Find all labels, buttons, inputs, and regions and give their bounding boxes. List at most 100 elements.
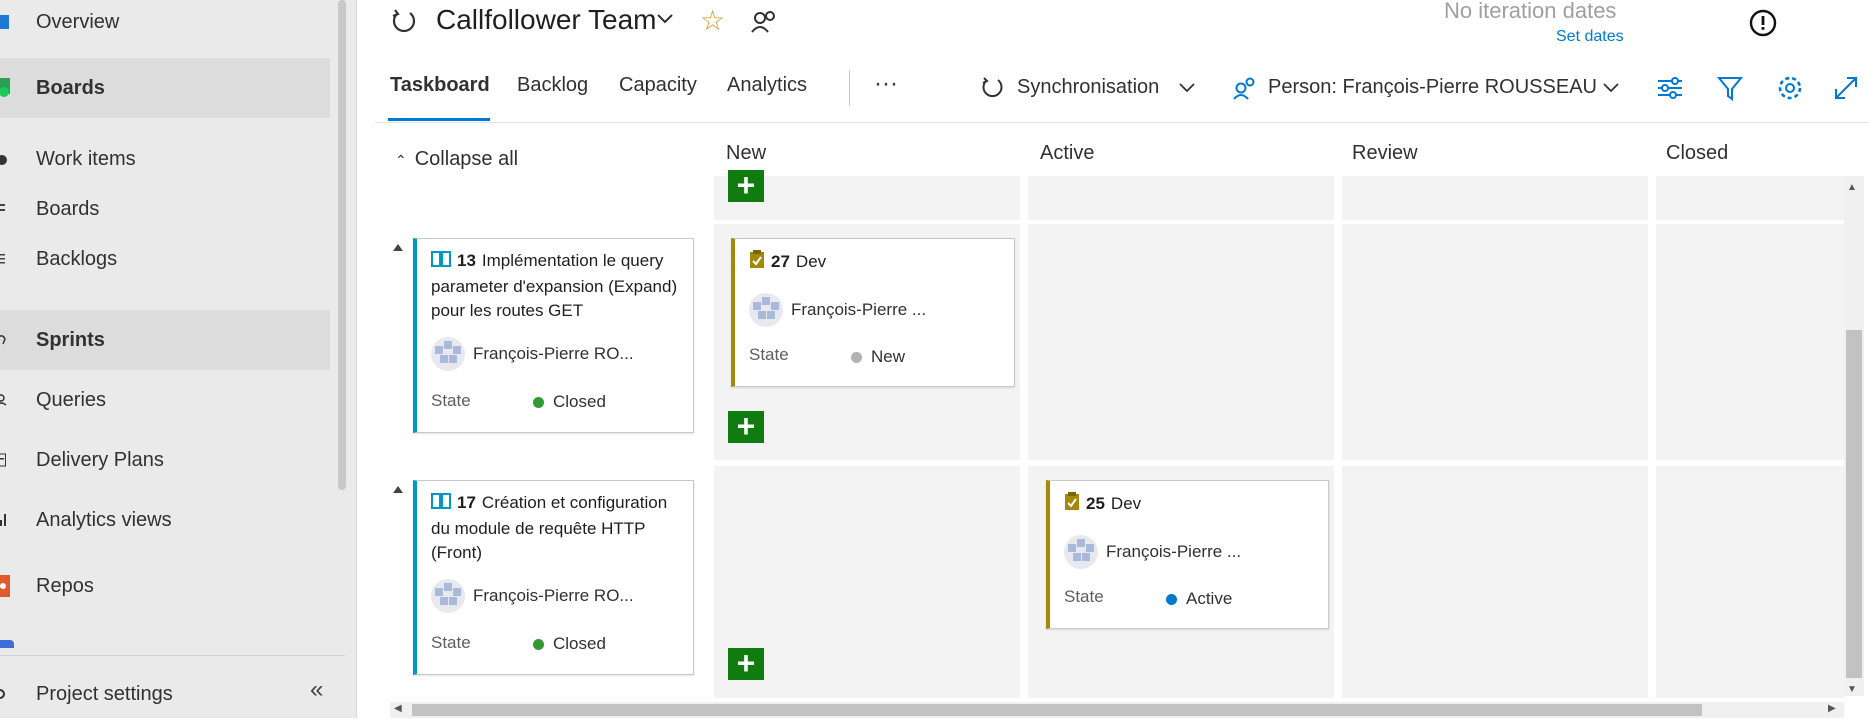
state-label: State — [431, 633, 471, 652]
card-title: 13 Implémentation le query parameter d'ex… — [431, 249, 685, 323]
person-filter-icon — [1232, 74, 1258, 105]
card-title: 25 Dev — [1064, 491, 1320, 518]
view-options-icon[interactable] — [1656, 74, 1684, 107]
sprint-chevron-down-icon[interactable] — [1178, 81, 1196, 99]
scroll-right-arrow-icon[interactable]: ▶ — [1828, 703, 1836, 714]
sidebar-divider — [0, 655, 345, 656]
work-item-title[interactable]: Dev — [796, 252, 826, 271]
tab-analytics[interactable]: Analytics — [727, 74, 807, 97]
state-label: State — [1064, 587, 1104, 606]
nav-queries[interactable]: Queries — [0, 370, 330, 430]
project-settings-label: Project settings — [36, 682, 173, 705]
filter-icon[interactable] — [1716, 74, 1744, 107]
state-text: Active — [1186, 589, 1233, 608]
queries-icon — [0, 390, 10, 410]
collapse-all-button[interactable]: ⌃ Collapse all — [395, 148, 518, 171]
settings-gear-icon[interactable] — [1776, 74, 1804, 107]
vertical-scroll-thumb[interactable] — [1846, 330, 1862, 678]
set-dates-link[interactable]: Set dates — [1556, 28, 1624, 46]
project-settings[interactable]: Project settings — [0, 664, 330, 724]
work-item-id: 17 — [457, 493, 476, 512]
avatar — [431, 337, 465, 371]
state-text: New — [871, 347, 906, 366]
chevron-down-icon[interactable] — [656, 12, 674, 31]
scroll-down-arrow-icon[interactable]: ▼ — [1847, 684, 1857, 695]
column-header-new: New — [726, 142, 767, 164]
nav-delivery-plans[interactable]: Delivery Plans — [0, 430, 330, 490]
sprints-icon — [0, 330, 10, 350]
nav-boards-hub[interactable]: Boards — [0, 58, 330, 118]
assignee-name: François-Pierre ... — [791, 300, 927, 319]
scroll-left-arrow-icon[interactable]: ◀ — [394, 703, 402, 714]
nav-label: Boards — [36, 76, 105, 99]
info-alert-icon[interactable] — [1748, 8, 1778, 43]
delivery-plans-icon — [0, 450, 10, 470]
tab-capacity[interactable]: Capacity — [619, 74, 697, 97]
tab-taskboard[interactable]: Taskboard — [390, 74, 490, 97]
nav-label: Backlogs — [36, 247, 118, 270]
state-dot-icon — [851, 351, 862, 363]
assignee[interactable]: François-Pierre RO... — [431, 337, 634, 371]
row-collapse-toggle[interactable] — [393, 486, 403, 493]
nav-label: Repos — [36, 574, 94, 597]
left-navigation: Overview Boards Work items Boards Backlo… — [0, 0, 357, 718]
state-dot-icon — [533, 396, 544, 408]
team-members-icon[interactable] — [750, 8, 778, 41]
assignee[interactable]: François-Pierre RO... — [431, 579, 634, 613]
nav-label: Analytics views — [36, 508, 172, 531]
work-item-title[interactable]: Dev — [1111, 494, 1141, 513]
tab-separator — [849, 70, 850, 106]
assignee[interactable]: François-Pierre ... — [1064, 535, 1241, 569]
nav-sprints[interactable]: Sprints — [0, 310, 330, 370]
nav-analytics-views[interactable]: Analytics views — [0, 490, 330, 550]
column-header-active: Active — [1040, 142, 1095, 164]
state-value[interactable]: New — [851, 347, 905, 367]
favorite-star-icon[interactable]: ☆ — [700, 4, 725, 37]
story-card[interactable]: 17 Création et configuration du module de… — [413, 480, 694, 675]
avatar — [1064, 535, 1098, 569]
more-actions-button[interactable]: ··· — [874, 70, 898, 98]
task-card[interactable]: 27 Dev François-Pierre ... State New — [731, 238, 1015, 387]
sprint-picker-icon — [980, 76, 1006, 107]
no-iteration-dates: No iteration dates — [1444, 0, 1617, 23]
person-chevron-down-icon[interactable] — [1602, 81, 1620, 99]
nav-backlogs[interactable]: Backlogs — [0, 229, 330, 289]
sidebar-scrollbar[interactable] — [338, 0, 346, 490]
state-label: State — [431, 391, 471, 410]
card-title: 27 Dev — [749, 249, 1006, 276]
sprint-picker[interactable]: Synchronisation — [1017, 76, 1159, 99]
state-text: Closed — [553, 634, 606, 653]
nav-overview[interactable]: Overview — [0, 0, 330, 52]
work-item-id: 25 — [1086, 494, 1105, 513]
overview-icon — [0, 12, 10, 32]
team-title[interactable]: Callfollower Team — [436, 4, 656, 36]
nav-label: Overview — [36, 10, 120, 33]
card-title: 17 Création et configuration du module de… — [431, 491, 685, 565]
scroll-up-arrow-icon[interactable]: ▲ — [1847, 182, 1857, 193]
add-task-button[interactable]: + — [728, 169, 764, 202]
nav-label: Delivery Plans — [36, 448, 164, 471]
sprint-icon — [390, 8, 418, 41]
tab-backlog[interactable]: Backlog — [517, 74, 588, 97]
story-book-icon — [431, 492, 451, 517]
task-card[interactable]: 25 Dev François-Pierre ... State Active — [1046, 480, 1329, 629]
horizontal-scroll-thumb[interactable] — [412, 704, 1702, 716]
add-task-button[interactable]: + — [728, 647, 764, 680]
add-task-button[interactable]: + — [728, 410, 764, 443]
assignee[interactable]: François-Pierre ... — [749, 293, 926, 327]
state-value[interactable]: Closed — [533, 392, 606, 412]
row-collapse-toggle[interactable] — [393, 244, 403, 251]
nav-repos[interactable]: Repos — [0, 556, 330, 616]
cell-review — [1342, 224, 1648, 460]
task-clipboard-icon — [749, 249, 765, 276]
cell-closed — [1656, 224, 1844, 460]
double-chevron-up-icon: ⌃ — [395, 152, 407, 168]
story-card[interactable]: 13 Implémentation le query parameter d'ex… — [413, 238, 694, 433]
work-items-icon — [0, 149, 10, 169]
collapse-sidebar-icon[interactable]: « — [310, 676, 323, 704]
person-filter[interactable]: Person: François-Pierre ROUSSEAU — [1268, 76, 1597, 99]
state-value[interactable]: Active — [1166, 589, 1232, 609]
nav-label: Work items — [36, 147, 136, 170]
fullscreen-icon[interactable] — [1832, 74, 1860, 107]
state-value[interactable]: Closed — [533, 634, 606, 654]
